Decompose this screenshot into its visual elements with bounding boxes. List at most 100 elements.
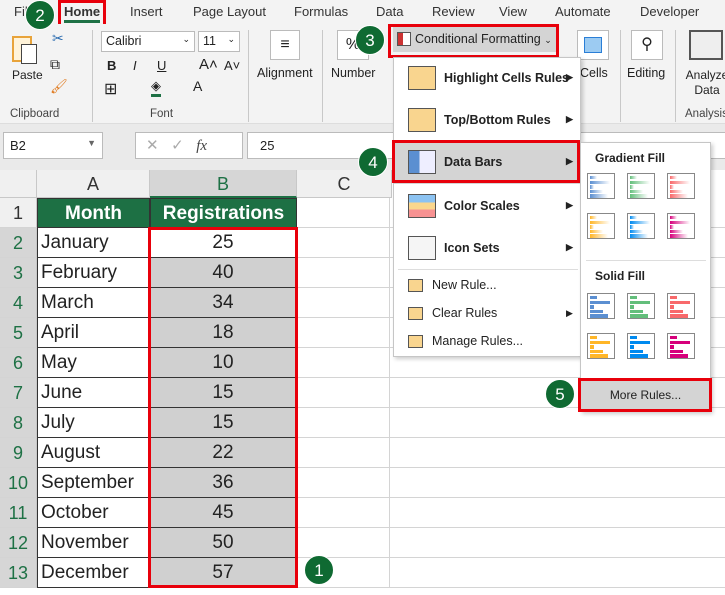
registrations-cell[interactable]: 15 bbox=[150, 408, 297, 438]
empty-cell-c[interactable] bbox=[297, 348, 390, 378]
menu-item-manage-rules[interactable]: Manage Rules... bbox=[394, 328, 580, 356]
cells-button[interactable]: Cells bbox=[580, 66, 608, 80]
empty-cell-c[interactable] bbox=[297, 228, 390, 258]
font-color-icon[interactable]: A bbox=[193, 78, 202, 94]
empty-cell-c[interactable] bbox=[297, 438, 390, 468]
tab-data[interactable]: Data bbox=[376, 4, 403, 19]
increase-font-icon[interactable]: A˄ bbox=[199, 56, 218, 73]
font-size-select[interactable]: 11 ⌄ bbox=[198, 31, 240, 52]
select-all-corner[interactable] bbox=[0, 170, 37, 198]
solid-fill-light-blue-icon[interactable] bbox=[627, 333, 655, 359]
registrations-cell[interactable]: 50 bbox=[150, 528, 297, 558]
paste-icon[interactable] bbox=[12, 32, 40, 66]
solid-fill-red-icon[interactable] bbox=[667, 293, 695, 319]
name-box[interactable]: B2 ▼ bbox=[3, 132, 103, 159]
solid-fill-purple-icon[interactable] bbox=[667, 333, 695, 359]
column-header-B[interactable]: B bbox=[150, 170, 297, 198]
menu-item-highlight-cells-rules[interactable]: Highlight Cells Rules ▶ bbox=[394, 58, 580, 100]
empty-cell-c[interactable] bbox=[297, 408, 390, 438]
empty-cell-c[interactable] bbox=[297, 318, 390, 348]
empty-cells[interactable] bbox=[390, 438, 725, 468]
registrations-cell[interactable]: 22 bbox=[150, 438, 297, 468]
decrease-font-icon[interactable]: A˅ bbox=[224, 58, 240, 73]
gradient-fill-red-icon[interactable] bbox=[667, 173, 695, 199]
menu-item-data-bars[interactable]: Data Bars ▶ bbox=[394, 142, 580, 184]
row-header-8[interactable]: 8 bbox=[0, 408, 37, 438]
registrations-cell[interactable]: 10 bbox=[150, 348, 297, 378]
number-button[interactable]: Number bbox=[331, 66, 375, 80]
borders-icon[interactable]: ⊞ bbox=[104, 79, 117, 99]
month-cell[interactable]: March bbox=[37, 288, 150, 318]
menu-item-top-bottom-rules[interactable]: Top/Bottom Rules ▶ bbox=[394, 100, 580, 142]
row-header-10[interactable]: 10 bbox=[0, 468, 37, 498]
month-cell[interactable]: October bbox=[37, 498, 150, 528]
registrations-cell[interactable]: 25 bbox=[150, 228, 297, 258]
insert-function-icon[interactable]: fx bbox=[196, 138, 207, 154]
empty-cells[interactable] bbox=[390, 468, 725, 498]
row-header-6[interactable]: 6 bbox=[0, 348, 37, 378]
fill-color-icon[interactable]: ◈ bbox=[151, 78, 161, 97]
solid-fill-orange-icon[interactable] bbox=[587, 333, 615, 359]
menu-item-clear-rules[interactable]: Clear Rules ▶ bbox=[394, 300, 580, 328]
empty-cell-c[interactable] bbox=[297, 198, 390, 228]
row-header-5[interactable]: 5 bbox=[0, 318, 37, 348]
solid-fill-green-icon[interactable] bbox=[627, 293, 655, 319]
month-cell[interactable]: June bbox=[37, 378, 150, 408]
header-cell-registrations[interactable]: Registrations bbox=[150, 198, 297, 228]
month-cell[interactable]: August bbox=[37, 438, 150, 468]
format-painter-icon[interactable]: 🖌 bbox=[50, 78, 68, 95]
copy-icon[interactable]: ⧉ bbox=[50, 56, 60, 73]
tab-view[interactable]: View bbox=[499, 4, 527, 19]
registrations-cell[interactable]: 40 bbox=[150, 258, 297, 288]
tab-home[interactable]: Home bbox=[64, 4, 101, 23]
font-name-select[interactable]: Calibri ⌄ bbox=[101, 31, 195, 52]
header-cell-month[interactable]: Month bbox=[37, 198, 150, 228]
paste-button[interactable]: Paste bbox=[12, 68, 43, 82]
month-cell[interactable]: November bbox=[37, 528, 150, 558]
empty-cell-c[interactable] bbox=[297, 468, 390, 498]
month-cell[interactable]: July bbox=[37, 408, 150, 438]
italic-button[interactable]: I bbox=[133, 58, 137, 73]
bold-button[interactable]: B bbox=[107, 58, 116, 73]
gradient-fill-blue-icon[interactable] bbox=[587, 173, 615, 199]
alignment-icon[interactable]: ≡ bbox=[270, 30, 300, 60]
tab-developer[interactable]: Developer bbox=[640, 4, 699, 19]
month-cell[interactable]: September bbox=[37, 468, 150, 498]
row-header-9[interactable]: 9 bbox=[0, 438, 37, 468]
alignment-button[interactable]: Alignment bbox=[257, 66, 313, 80]
empty-cell-c[interactable] bbox=[297, 378, 390, 408]
tab-page-layout[interactable]: Page Layout bbox=[193, 4, 266, 19]
underline-button[interactable]: U bbox=[157, 58, 166, 73]
gradient-fill-purple-icon[interactable] bbox=[667, 213, 695, 239]
row-header-7[interactable]: 7 bbox=[0, 378, 37, 408]
menu-item-icon-sets[interactable]: Icon Sets ▶ bbox=[394, 228, 580, 270]
analyze-data-icon[interactable] bbox=[689, 30, 723, 60]
registrations-cell[interactable]: 45 bbox=[150, 498, 297, 528]
gradient-fill-light-blue-icon[interactable] bbox=[627, 213, 655, 239]
tab-insert[interactable]: Insert bbox=[130, 4, 163, 19]
row-header-11[interactable]: 11 bbox=[0, 498, 37, 528]
month-cell[interactable]: April bbox=[37, 318, 150, 348]
enter-icon[interactable]: ✓ bbox=[171, 137, 184, 154]
registrations-cell[interactable]: 15 bbox=[150, 378, 297, 408]
registrations-cell[interactable]: 57 bbox=[150, 558, 297, 588]
gradient-fill-orange-icon[interactable] bbox=[587, 213, 615, 239]
month-cell[interactable]: January bbox=[37, 228, 150, 258]
empty-cell-c[interactable] bbox=[297, 498, 390, 528]
conditional-formatting-button[interactable]: Conditional Formatting ⌄ bbox=[393, 27, 556, 52]
empty-cell-c[interactable] bbox=[297, 528, 390, 558]
registrations-cell[interactable]: 36 bbox=[150, 468, 297, 498]
row-header-13[interactable]: 13 bbox=[0, 558, 37, 588]
empty-cells[interactable] bbox=[390, 558, 725, 588]
more-rules-button[interactable]: More Rules... bbox=[581, 380, 710, 411]
column-header-A[interactable]: A bbox=[37, 170, 150, 198]
empty-cells[interactable] bbox=[390, 408, 725, 438]
month-cell[interactable]: February bbox=[37, 258, 150, 288]
search-icon[interactable]: ⚲ bbox=[631, 30, 663, 60]
row-header-4[interactable]: 4 bbox=[0, 288, 37, 318]
solid-fill-blue-icon[interactable] bbox=[587, 293, 615, 319]
registrations-cell[interactable]: 18 bbox=[150, 318, 297, 348]
month-cell[interactable]: December bbox=[37, 558, 150, 588]
registrations-cell[interactable]: 34 bbox=[150, 288, 297, 318]
menu-item-color-scales[interactable]: Color Scales ▶ bbox=[394, 186, 580, 228]
